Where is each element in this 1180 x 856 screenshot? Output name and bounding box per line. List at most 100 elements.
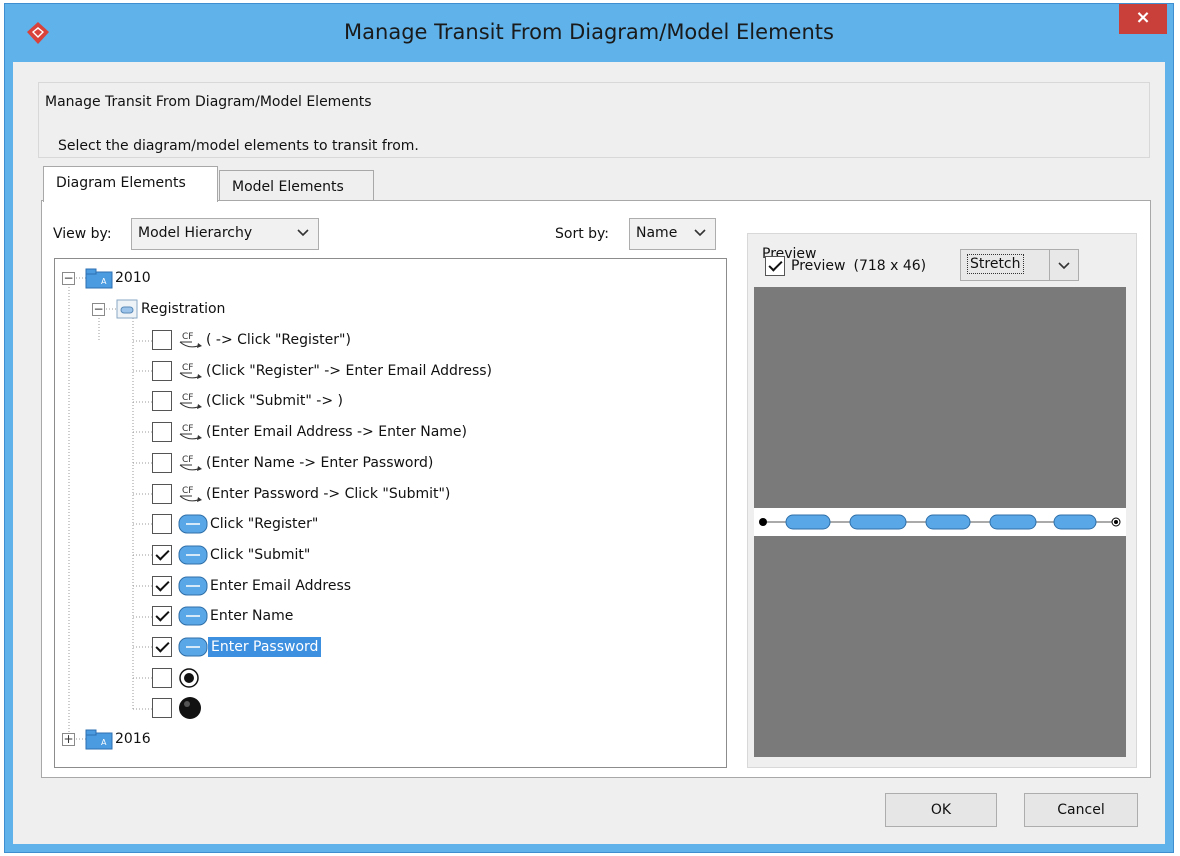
preview-toggle[interactable]: Preview (718 x 46) bbox=[765, 251, 926, 281]
view-by-label: View by: bbox=[53, 226, 112, 242]
collapse-toggle-icon[interactable]: − bbox=[92, 302, 105, 316]
title-bar[interactable]: Manage Transit From Diagram/Model Elemen… bbox=[5, 4, 1173, 64]
tree-item[interactable]: CF (Click "Submit" -> ) bbox=[152, 386, 343, 416]
item-checkbox[interactable] bbox=[152, 330, 172, 350]
package-folder-icon: A bbox=[85, 729, 113, 750]
tree-item-label: Click "Submit" bbox=[210, 547, 311, 563]
tree-item[interactable]: CF (Enter Password -> Click "Submit") bbox=[152, 479, 450, 509]
svg-text:CF: CF bbox=[182, 424, 193, 434]
item-checkbox[interactable] bbox=[152, 422, 172, 442]
expand-toggle-icon[interactable]: + bbox=[62, 732, 75, 746]
dialog-body: Manage Transit From Diagram/Model Elemen… bbox=[13, 62, 1165, 844]
close-button[interactable]: × bbox=[1119, 4, 1167, 34]
tree-item-label: (Enter Name -> Enter Password) bbox=[206, 455, 434, 471]
package-folder-icon: A bbox=[85, 268, 113, 289]
svg-text:CF: CF bbox=[182, 363, 193, 373]
tree-item-label: (Click "Submit" -> ) bbox=[206, 393, 343, 409]
element-tree[interactable]: − A 2010 − Registration CF ( -> Click "Registe… bbox=[54, 258, 727, 768]
control-flow-icon: CF bbox=[179, 455, 202, 471]
control-flow-icon: CF bbox=[179, 393, 202, 409]
svg-text:CF: CF bbox=[182, 455, 193, 465]
tree-item-label: Enter Name bbox=[210, 608, 294, 624]
dialog-window: Manage Transit From Diagram/Model Elemen… bbox=[4, 3, 1174, 853]
tree-item-label: ( -> Click "Register") bbox=[206, 332, 351, 348]
item-checkbox[interactable] bbox=[152, 514, 172, 534]
tree-item[interactable]: CF ( -> Click "Register") bbox=[152, 325, 351, 355]
sort-by-select[interactable]: Name bbox=[629, 218, 716, 250]
view-by-select[interactable]: Model Hierarchy bbox=[131, 218, 319, 250]
item-checkbox[interactable] bbox=[152, 361, 172, 381]
sort-by-value: Name bbox=[636, 225, 678, 241]
item-checkbox[interactable] bbox=[152, 668, 172, 688]
tree-item[interactable]: Enter Name bbox=[152, 601, 293, 631]
initial-node-icon bbox=[179, 697, 201, 719]
control-flow-icon: CF bbox=[179, 332, 202, 348]
header-subtitle: Select the diagram/model elements to tra… bbox=[58, 138, 419, 154]
tree-node-label: 2016 bbox=[115, 731, 151, 747]
tab-diagram-elements[interactable]: Diagram Elements bbox=[43, 166, 218, 202]
tree-item-label: Click "Register" bbox=[210, 516, 319, 532]
action-node-icon bbox=[178, 514, 208, 534]
control-flow-icon: CF bbox=[179, 424, 202, 440]
item-checkbox[interactable] bbox=[152, 545, 172, 565]
preview-mode-value: Stretch bbox=[967, 254, 1024, 274]
item-checkbox[interactable] bbox=[152, 576, 172, 596]
action-node-icon bbox=[178, 576, 208, 596]
item-checkbox[interactable] bbox=[152, 391, 172, 411]
ok-button[interactable]: OK bbox=[885, 793, 997, 827]
svg-text:CF: CF bbox=[182, 393, 193, 403]
header-title: Manage Transit From Diagram/Model Elemen… bbox=[45, 94, 372, 110]
tab-model-elements[interactable]: Model Elements bbox=[219, 170, 374, 204]
tree-item[interactable] bbox=[152, 663, 200, 693]
tree-item[interactable]: CF (Enter Name -> Enter Password) bbox=[152, 448, 433, 478]
tree-item[interactable]: CF (Click "Register" -> Enter Email Addre… bbox=[152, 356, 492, 386]
sort-by-label: Sort by: bbox=[555, 226, 610, 242]
preview-mode-dropdown[interactable] bbox=[1049, 249, 1079, 281]
tree-item-label: (Click "Register" -> Enter Email Address… bbox=[206, 363, 493, 379]
tree-node-label: 2010 bbox=[115, 270, 151, 286]
chevron-down-icon bbox=[694, 229, 706, 237]
chevron-down-icon bbox=[297, 229, 309, 237]
item-checkbox[interactable] bbox=[152, 484, 172, 504]
svg-text:CF: CF bbox=[182, 332, 193, 342]
tree-item[interactable]: CF (Enter Email Address -> Enter Name) bbox=[152, 417, 467, 447]
action-node-icon bbox=[178, 545, 208, 565]
control-flow-icon: CF bbox=[179, 486, 202, 502]
diagram-thumbnail bbox=[759, 514, 1121, 530]
action-node-icon bbox=[178, 606, 208, 626]
tree-item[interactable] bbox=[152, 693, 202, 723]
item-checkbox[interactable] bbox=[152, 453, 172, 473]
tree-node-registration[interactable]: − Registration bbox=[92, 294, 225, 324]
preview-diagram-strip bbox=[754, 508, 1126, 536]
tree-item[interactable]: Enter Password bbox=[152, 632, 322, 662]
tree-node-label: Registration bbox=[141, 301, 226, 317]
preview-mode-select[interactable]: Stretch bbox=[960, 249, 1050, 281]
tree-item[interactable]: Click "Submit" bbox=[152, 540, 310, 570]
collapse-toggle-icon[interactable]: − bbox=[62, 271, 75, 285]
activity-final-node-icon bbox=[179, 668, 199, 688]
preview-size: (718 x 46) bbox=[853, 258, 927, 274]
control-flow-icon: CF bbox=[179, 363, 202, 379]
action-node-icon bbox=[178, 637, 208, 657]
tree-item[interactable]: Enter Email Address bbox=[152, 571, 351, 601]
cancel-button[interactable]: Cancel bbox=[1024, 793, 1138, 827]
tab-panel: View by: Model Hierarchy Sort by: Name −… bbox=[41, 200, 1151, 778]
tree-item-label: Enter Password bbox=[208, 637, 322, 657]
tree-item[interactable]: Click "Register" bbox=[152, 509, 318, 539]
svg-text:A: A bbox=[101, 277, 107, 286]
tree-item-label: (Enter Email Address -> Enter Name) bbox=[206, 424, 468, 440]
tree-item-label: (Enter Password -> Click "Submit") bbox=[206, 486, 451, 502]
preview-checkbox[interactable] bbox=[765, 256, 785, 276]
item-checkbox[interactable] bbox=[152, 606, 172, 626]
item-checkbox[interactable] bbox=[152, 698, 172, 718]
window-title: Manage Transit From Diagram/Model Elemen… bbox=[344, 20, 834, 44]
activity-diagram-icon bbox=[116, 299, 138, 319]
tree-node-2010[interactable]: − A 2010 bbox=[62, 263, 151, 293]
tree-item-label: Enter Email Address bbox=[210, 578, 352, 594]
header-panel: Manage Transit From Diagram/Model Elemen… bbox=[38, 82, 1150, 158]
preview-canvas bbox=[754, 287, 1126, 757]
chevron-down-icon bbox=[1058, 262, 1070, 270]
tree-node-2016[interactable]: + A 2016 bbox=[62, 724, 151, 754]
item-checkbox[interactable] bbox=[152, 637, 172, 657]
svg-text:A: A bbox=[101, 738, 107, 747]
